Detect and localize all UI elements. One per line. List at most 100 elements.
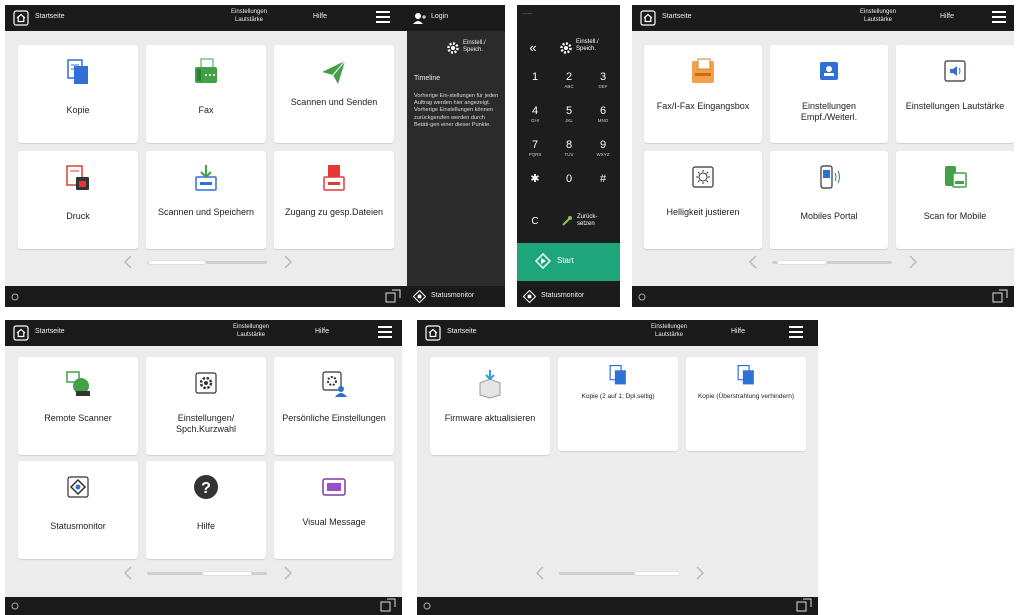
bottom-bar xyxy=(417,597,818,615)
status-monitor-button[interactable]: Statusmonitor xyxy=(517,286,620,307)
help-button[interactable]: Hilfe xyxy=(305,13,335,20)
energy-saver-icon[interactable] xyxy=(11,292,19,301)
tile-scan-mobile[interactable]: Scan for Mobile xyxy=(896,151,1014,249)
tile-scan-store[interactable]: Scannen und Speichern xyxy=(146,151,266,249)
keypad-key[interactable]: 1 xyxy=(519,67,551,95)
menu-icon[interactable] xyxy=(376,11,390,25)
tile-visual-message[interactable]: Visual Message xyxy=(274,461,394,559)
page-indicator[interactable] xyxy=(123,565,293,581)
home-icon[interactable] xyxy=(640,10,656,26)
tile-rx-forward[interactable]: Einstellungen Empf./Weiterl. xyxy=(770,45,888,143)
keypad-key[interactable]: 3 DEF xyxy=(587,67,619,95)
energy-saver-icon[interactable] xyxy=(423,601,431,610)
energy-saver-icon[interactable] xyxy=(11,601,19,610)
home-label[interactable]: Startseite xyxy=(35,13,65,20)
tile-label: Scannen und Speichern xyxy=(157,207,255,217)
chevron-left-icon[interactable] xyxy=(123,254,133,270)
tile-label: Einstellungen/ Spch.Kurzwahl xyxy=(175,413,237,434)
tile-label: Zugang zu gesp.Dateien xyxy=(284,207,384,217)
chevron-left-icon[interactable] xyxy=(535,565,545,581)
device-status-icon[interactable] xyxy=(380,598,396,613)
gear-icon xyxy=(447,42,459,54)
chevron-right-icon[interactable] xyxy=(283,254,293,270)
home-icon[interactable] xyxy=(425,325,441,341)
tile-firmware-update[interactable]: Firmware aktualisieren xyxy=(430,357,550,455)
print-icon xyxy=(66,165,89,190)
page-indicator[interactable] xyxy=(123,254,293,270)
volume-settings-button[interactable]: Einstellungen Lautstärke xyxy=(645,323,693,339)
page-indicator[interactable] xyxy=(535,565,705,581)
settings-register-button[interactable]: Einstell./Speich. xyxy=(443,37,499,61)
tile-label: Kopie (2 auf 1; Dpl.seitig) xyxy=(581,393,655,400)
tile-print[interactable]: Druck xyxy=(18,151,138,249)
home-label[interactable]: Startseite xyxy=(662,13,692,20)
keypad-key[interactable]: ✱ xyxy=(519,169,551,197)
back-button[interactable]: « xyxy=(521,35,545,61)
help-button[interactable]: Hilfe xyxy=(932,13,962,20)
energy-saver-icon[interactable] xyxy=(638,292,646,301)
brightness-icon xyxy=(692,166,714,188)
home-icon[interactable] xyxy=(13,10,29,26)
tile-copy[interactable]: Kopie xyxy=(18,45,138,143)
reset-button[interactable]: Zurück-setzen xyxy=(557,207,617,235)
help-button[interactable]: Hilfe xyxy=(307,328,337,335)
chevron-right-icon[interactable] xyxy=(283,565,293,581)
tile-stored-files[interactable]: Zugang zu gesp.Dateien xyxy=(274,151,394,249)
login-button[interactable]: Login xyxy=(407,5,505,31)
tile-label: Persönliche Einstellungen xyxy=(282,413,386,423)
menu-icon[interactable] xyxy=(992,11,1006,25)
volume-settings-button[interactable]: Einstellungen Lautstärke xyxy=(225,8,273,24)
keypad-key[interactable]: 5 JKL xyxy=(553,101,585,129)
top-bar: Startseite Einstellungen Lautstärke Hilfe xyxy=(417,320,818,346)
menu-icon[interactable] xyxy=(378,326,392,340)
keypad-key[interactable]: 6 MNO xyxy=(587,101,619,129)
tile-personal-settings[interactable]: Persönliche Einstellungen xyxy=(274,357,394,455)
tile-mobile-portal[interactable]: Mobiles Portal xyxy=(770,151,888,249)
device-status-icon[interactable] xyxy=(992,289,1008,304)
home-label[interactable]: Startseite xyxy=(447,328,477,335)
volume-settings-button[interactable]: Einstellungen Lautstärke xyxy=(854,8,902,24)
keypad-key[interactable]: 9 WXYZ xyxy=(587,135,619,163)
home-icon[interactable] xyxy=(13,325,29,341)
keypad-key[interactable]: 0 xyxy=(553,169,585,197)
keypad-key[interactable]: 7 PQRS xyxy=(519,135,551,163)
tile-brightness[interactable]: Helligkeit justieren xyxy=(644,151,762,249)
tile-fax-inbox[interactable]: Fax/I-Fax Eingangsbox xyxy=(644,45,762,143)
keypad-key[interactable]: 4 GHI xyxy=(519,101,551,129)
menu-icon[interactable] xyxy=(789,326,803,340)
keypad-key[interactable]: # xyxy=(587,169,619,197)
tile-remote-scanner[interactable]: Remote Scanner xyxy=(18,357,138,455)
tile-fax[interactable]: Fax xyxy=(146,45,266,143)
keypad-key[interactable]: 2 ABC xyxy=(553,67,585,95)
device-status-icon[interactable] xyxy=(796,598,812,613)
device-status-icon[interactable] xyxy=(385,289,401,304)
help-button[interactable]: Hilfe xyxy=(723,328,753,335)
home-label[interactable]: Startseite xyxy=(35,328,65,335)
tile-copy-preset-2[interactable]: Kopie (Überstrahlung verhindern) xyxy=(686,357,806,451)
tile-scan-send[interactable]: Scannen und Senden xyxy=(274,45,394,143)
clear-key[interactable]: C xyxy=(519,207,551,235)
remote-scanner-icon xyxy=(66,371,90,396)
chevron-right-icon[interactable] xyxy=(695,565,705,581)
tile-label: Kopie xyxy=(66,105,90,115)
tile-label: Scannen und Senden xyxy=(290,97,378,107)
settings-register-button[interactable]: Einstell./Speich. xyxy=(557,35,617,61)
chevron-right-icon[interactable] xyxy=(908,254,918,270)
tile-label: Firmware aktualisieren xyxy=(444,413,536,423)
chevron-left-icon[interactable] xyxy=(748,254,758,270)
keypad-key[interactable]: 8 TUV xyxy=(553,135,585,163)
start-button[interactable]: Start xyxy=(517,243,620,281)
tile-settings-registration[interactable]: Einstellungen/ Spch.Kurzwahl xyxy=(146,357,266,455)
rx-forward-icon xyxy=(820,62,838,80)
tile-volume[interactable]: Einstellungen Lautstärke xyxy=(896,45,1014,143)
page-indicator[interactable] xyxy=(748,254,918,270)
status-monitor-button[interactable]: Statusmonitor xyxy=(407,286,505,307)
tile-help[interactable]: ? Hilfe xyxy=(146,461,266,559)
settings-gear-icon xyxy=(195,372,217,394)
mobile-portal-icon xyxy=(820,165,840,189)
volume-settings-button[interactable]: Einstellungen Lautstärke xyxy=(227,323,275,339)
tile-status-monitor[interactable]: Statusmonitor xyxy=(18,461,138,559)
chevron-left-icon[interactable] xyxy=(123,565,133,581)
tile-copy-preset-1[interactable]: Kopie (2 auf 1; Dpl.seitig) xyxy=(558,357,678,451)
timeline-title: Timeline xyxy=(414,75,441,82)
